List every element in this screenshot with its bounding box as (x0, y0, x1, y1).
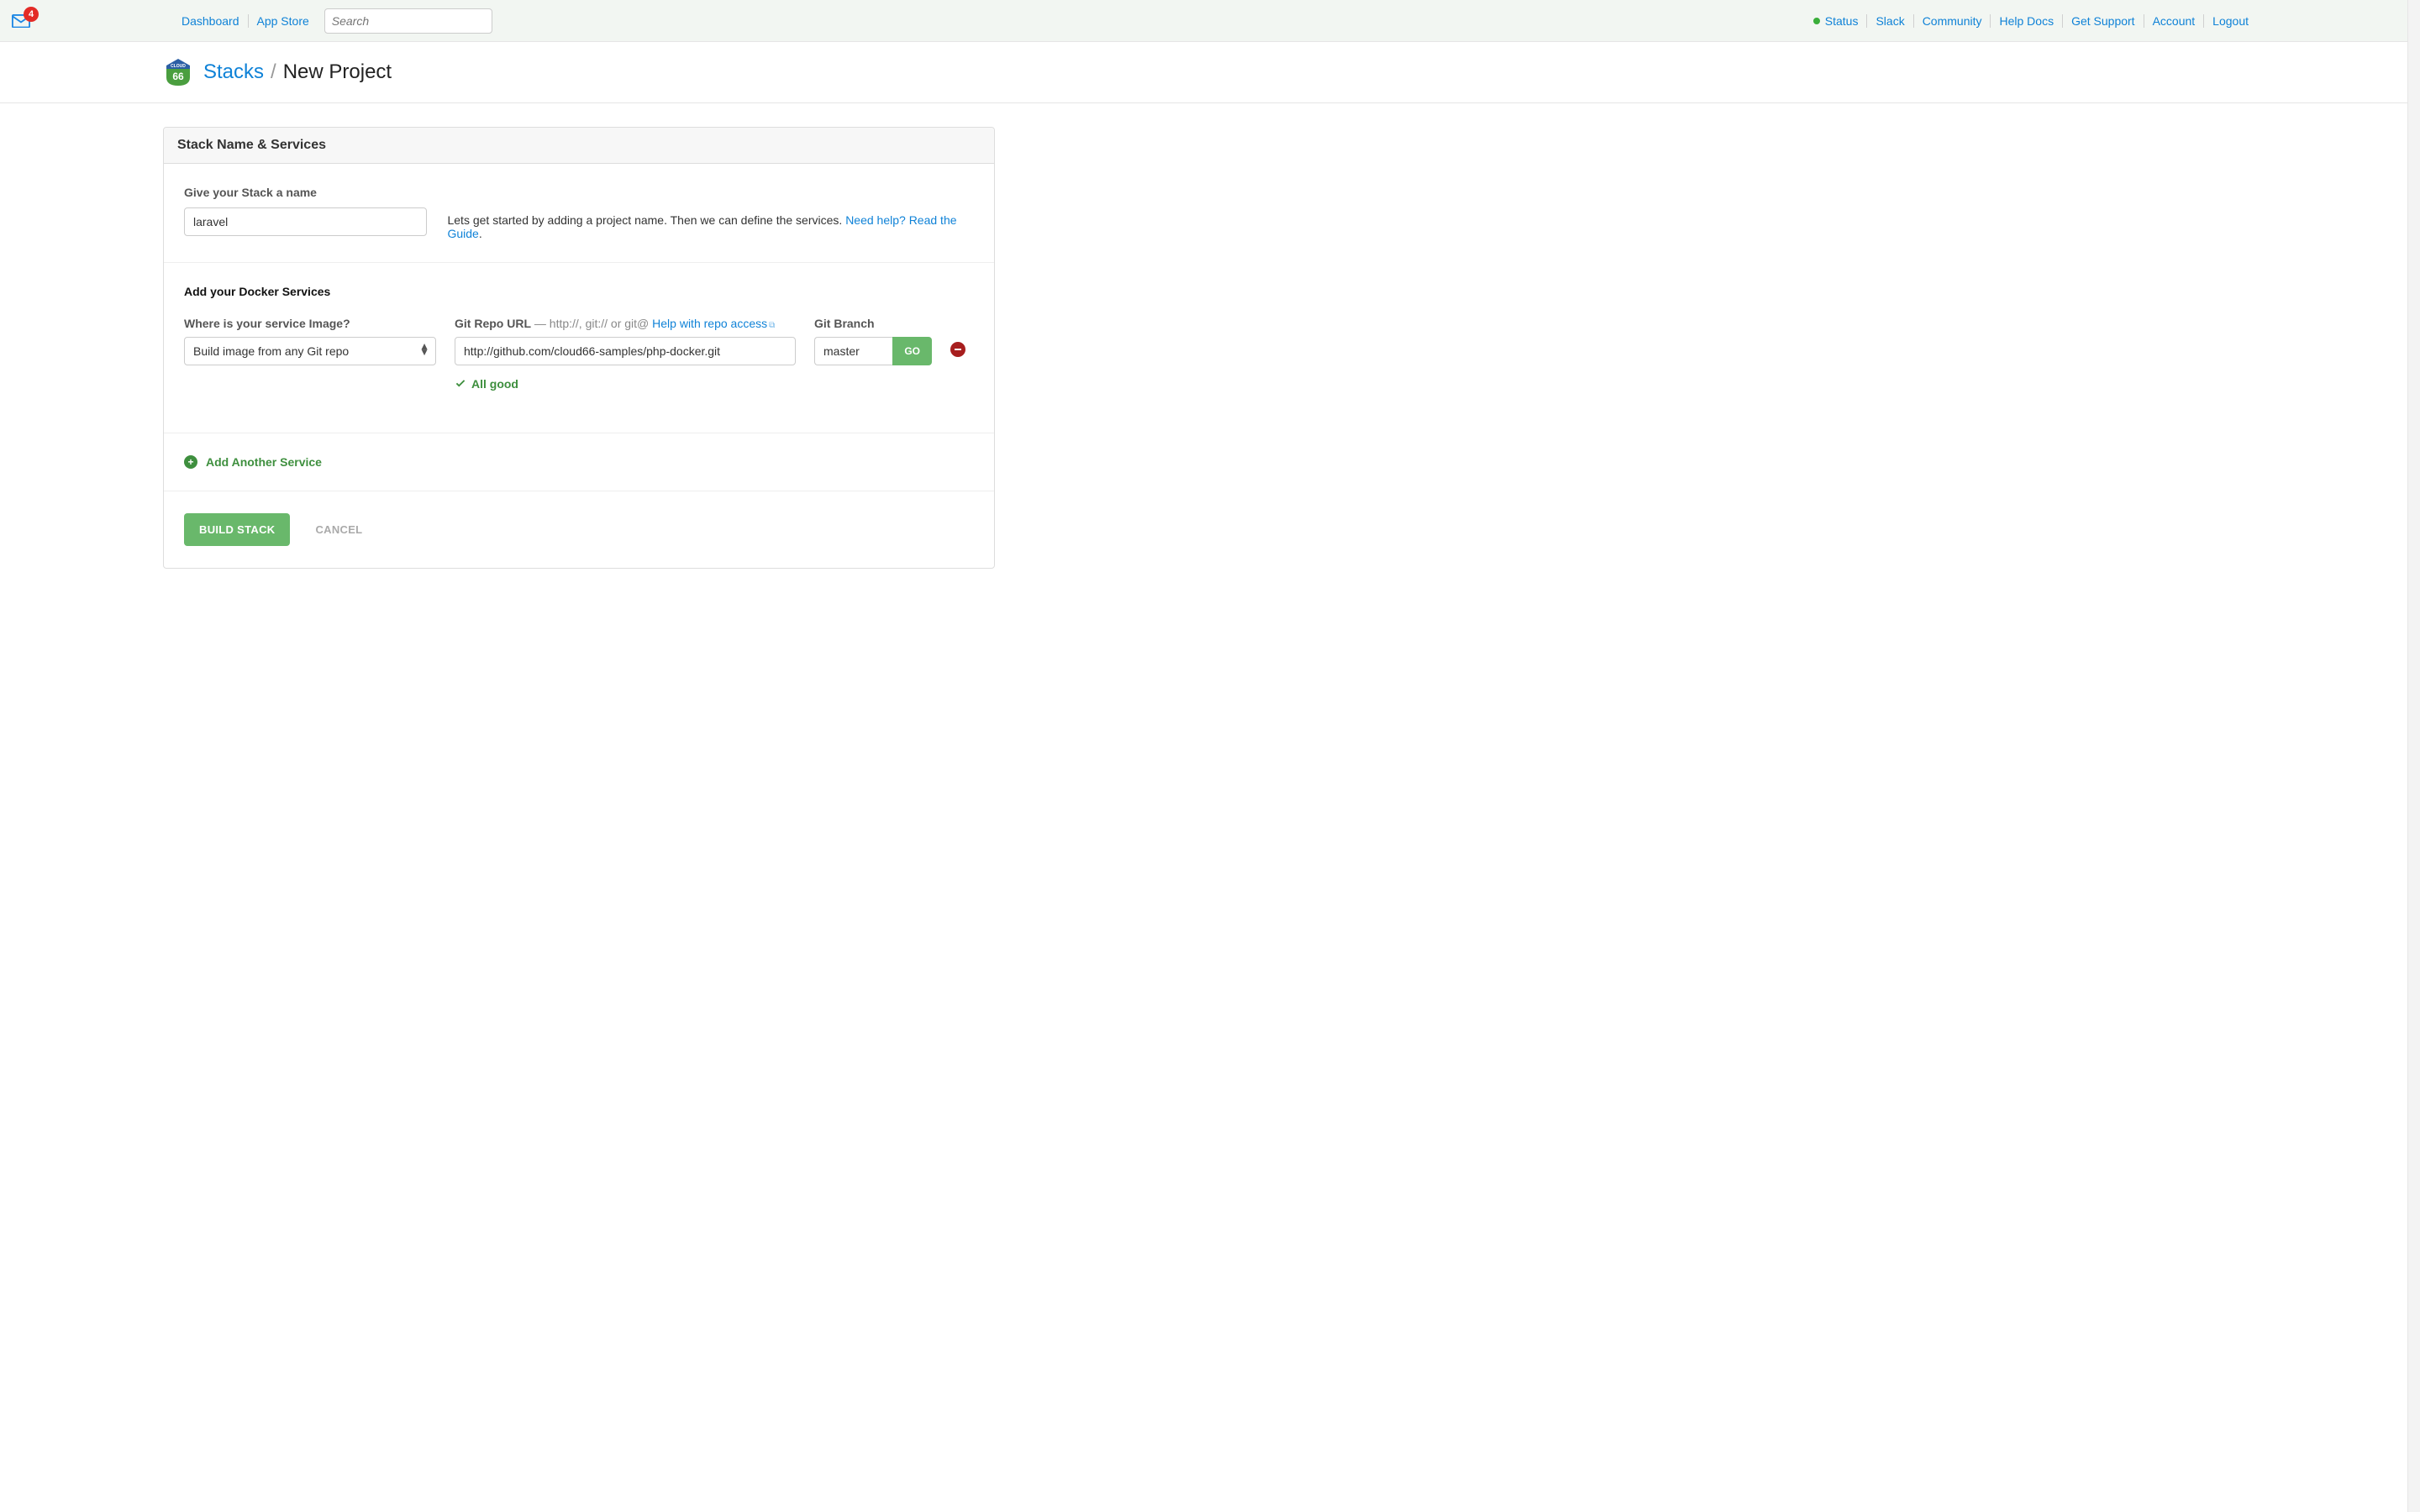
svg-text:66: 66 (172, 71, 184, 82)
nav-logout[interactable]: Logout (2204, 14, 2257, 28)
repo-url-label: Git Repo URL — http://, git:// or git@ H… (455, 317, 796, 330)
helper-suffix: . (479, 227, 482, 240)
stack-name-helper: Lets get started by adding a project nam… (447, 207, 974, 240)
svg-text:CLOUD: CLOUD (171, 64, 186, 69)
nav-getsupport[interactable]: Get Support (2063, 14, 2144, 28)
stack-name-label: Give your Stack a name (184, 186, 974, 199)
services-title: Add your Docker Services (184, 285, 974, 298)
remove-service-button[interactable] (950, 342, 965, 357)
cloud66-logo-icon: CLOUD 66 (163, 57, 193, 87)
repo-status: All good (455, 377, 796, 391)
repo-url-hint: — http://, git:// or git@ (531, 317, 652, 330)
image-source-select[interactable]: Build image from any Git repo (184, 337, 436, 365)
topbar: 4 Dashboard App Store Status Slack Commu… (0, 0, 2420, 42)
breadcrumb-stacks[interactable]: Stacks (203, 60, 264, 84)
notifications-button[interactable]: 4 (12, 14, 30, 28)
repo-url-label-text: Git Repo URL (455, 317, 531, 330)
plus-circle-icon: + (184, 455, 197, 469)
build-stack-button[interactable]: BUILD STACK (184, 513, 290, 546)
nav-status[interactable]: Status (1805, 14, 1868, 28)
nav-helpdocs[interactable]: Help Docs (1991, 14, 2063, 28)
stack-name-input[interactable] (184, 207, 427, 236)
repo-status-text: All good (471, 377, 518, 391)
minus-icon (954, 343, 962, 356)
services-section: Add your Docker Services Where is your s… (164, 263, 994, 433)
nav-community[interactable]: Community (1914, 14, 1991, 28)
go-button[interactable]: GO (892, 337, 932, 365)
name-section: Give your Stack a name Lets get started … (164, 164, 994, 263)
panel-heading: Stack Name & Services (164, 128, 994, 164)
cancel-button[interactable]: CANCEL (315, 523, 362, 536)
branch-input[interactable] (814, 337, 892, 365)
actions-row: BUILD STACK CANCEL (164, 491, 994, 568)
nav-left: Dashboard App Store (173, 8, 492, 34)
repo-url-input[interactable] (455, 337, 796, 365)
notification-count: 4 (24, 7, 39, 22)
status-dot-icon (1813, 18, 1820, 24)
nav-account[interactable]: Account (2144, 14, 2205, 28)
external-link-icon: ⧉ (769, 321, 775, 330)
nav-slack[interactable]: Slack (1867, 14, 1913, 28)
nav-dashboard[interactable]: Dashboard (173, 14, 249, 28)
repo-help-link[interactable]: Help with repo access⧉ (652, 317, 775, 330)
nav-status-label: Status (1825, 14, 1859, 28)
image-source-label: Where is your service Image? (184, 317, 436, 330)
page-header: CLOUD 66 Stacks / New Project (0, 42, 2420, 103)
breadcrumb-separator: / (271, 60, 276, 84)
service-row: Where is your service Image? Build image… (184, 317, 974, 391)
breadcrumb-current: New Project (283, 60, 392, 84)
nav-appstore[interactable]: App Store (249, 14, 318, 28)
check-icon (455, 378, 466, 390)
add-service-button[interactable]: + Add Another Service (184, 455, 974, 469)
search-input[interactable] (324, 8, 492, 34)
breadcrumb: Stacks / New Project (203, 60, 392, 84)
add-service-section: + Add Another Service (164, 433, 994, 491)
stack-panel: Stack Name & Services Give your Stack a … (163, 127, 995, 569)
add-service-label: Add Another Service (206, 455, 322, 469)
scrollbar[interactable] (2407, 0, 2420, 1512)
helper-prefix: Lets get started by adding a project nam… (447, 213, 845, 227)
nav-right: Status Slack Community Help Docs Get Sup… (1805, 14, 2257, 28)
branch-label: Git Branch (814, 317, 932, 330)
